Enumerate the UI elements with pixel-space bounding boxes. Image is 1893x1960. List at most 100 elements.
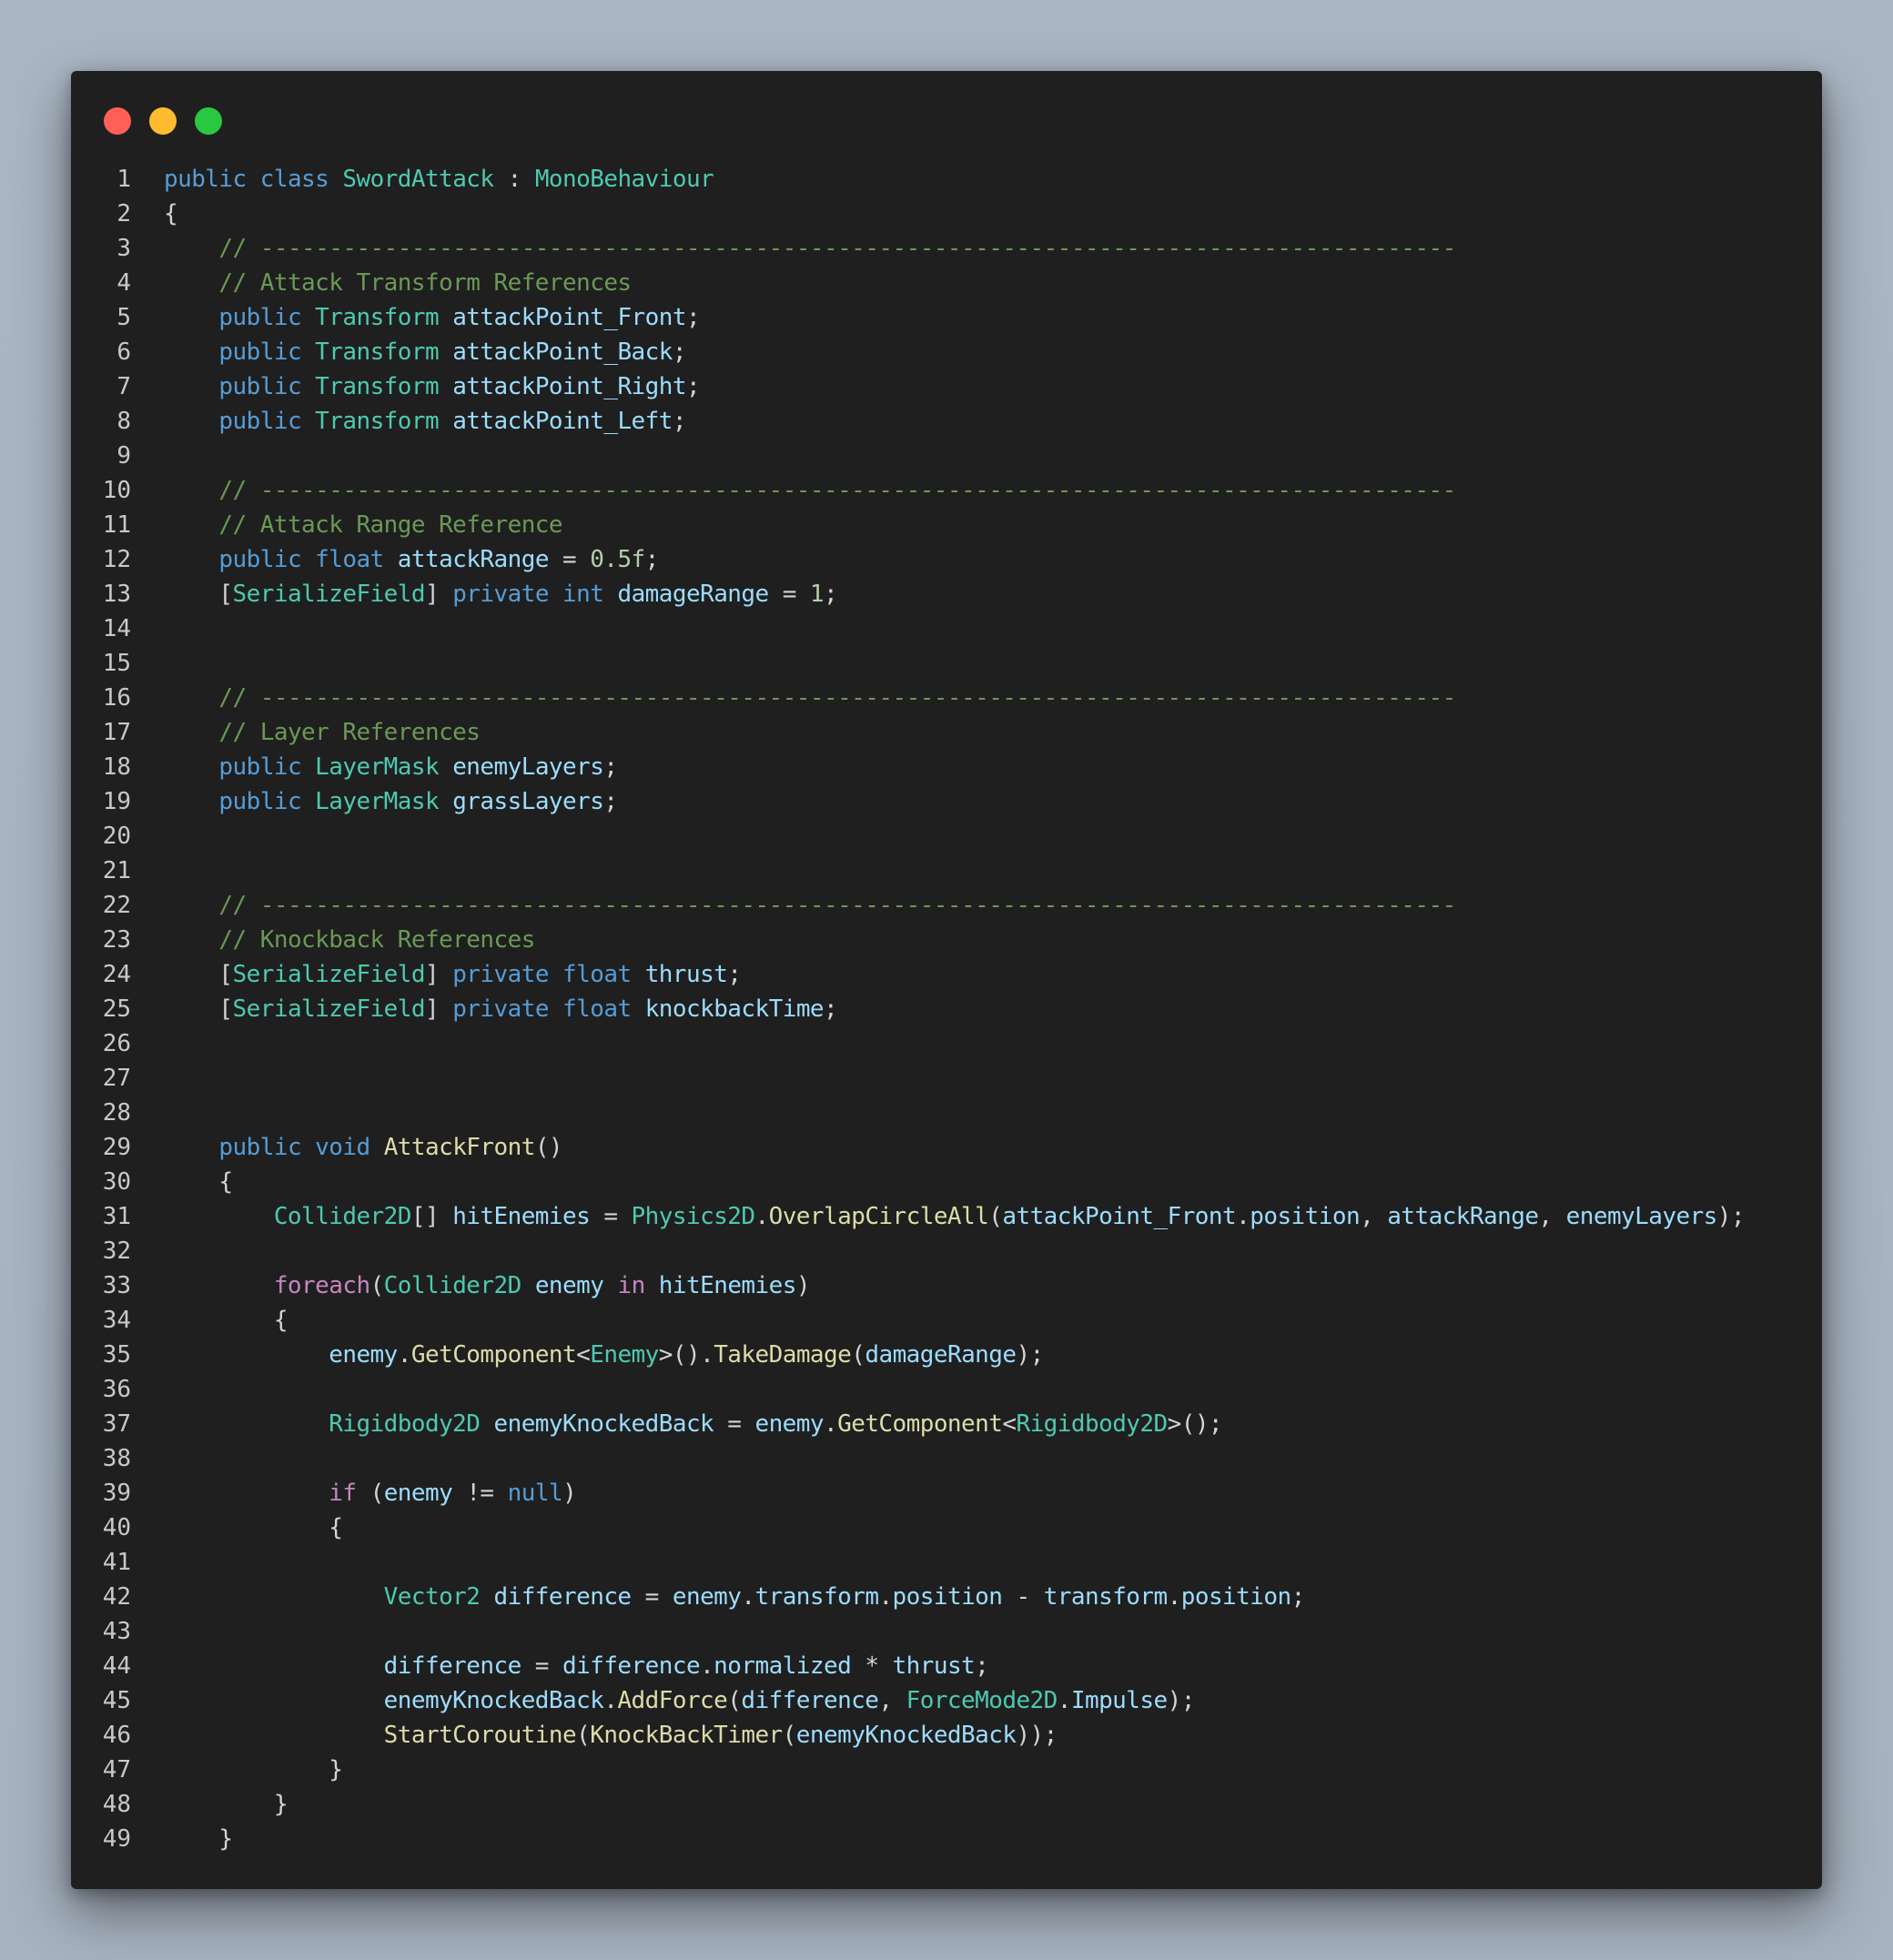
- line-source: public void AttackFront(): [164, 1130, 562, 1165]
- zoom-dot[interactable]: [195, 107, 222, 135]
- line-number: 6: [116, 338, 131, 366]
- code-token: ;: [975, 1652, 989, 1680]
- code-token: [: [164, 581, 233, 608]
- code-line: 20: [71, 819, 1822, 854]
- code-token: private: [452, 961, 549, 988]
- code-line: 16 // ----------------------------------…: [71, 681, 1822, 715]
- code-line: 6 public Transform attackPoint_Back;: [71, 335, 1822, 369]
- close-dot[interactable]: [104, 107, 131, 135]
- code-token: (: [356, 1480, 385, 1507]
- code-token: :: [493, 166, 535, 193]
- code-token: transform: [1043, 1583, 1168, 1611]
- line-source: // -------------------------------------…: [164, 888, 1456, 923]
- code-token: <: [576, 1341, 591, 1369]
- code-line: 24 [SerializeField] private float thrust…: [71, 957, 1822, 992]
- line-number: 21: [102, 857, 131, 884]
- code-line: 12 public float attackRange = 0.5f;: [71, 542, 1822, 577]
- line-source: public float attackRange = 0.5f;: [164, 542, 659, 577]
- code-token: <: [1002, 1410, 1017, 1438]
- line-number: 34: [102, 1307, 131, 1334]
- line-source: {: [164, 1303, 289, 1338]
- line-number: 42: [102, 1583, 131, 1611]
- code-line: 25 [SerializeField] private float knockb…: [71, 992, 1822, 1026]
- code-token: public: [218, 338, 302, 366]
- code-token: attackPoint_Back: [452, 338, 673, 366]
- code-token: in: [617, 1272, 645, 1299]
- code-token: 1: [809, 581, 825, 608]
- code-token: SwordAttack: [342, 166, 494, 193]
- line-number: 46: [102, 1722, 131, 1749]
- line-source: // Knockback References: [164, 923, 535, 957]
- line-number: 11: [102, 511, 131, 539]
- code-line: 46 StartCoroutine(KnockBackTimer(enemyKn…: [71, 1718, 1822, 1753]
- code-token: 0.5f: [590, 546, 645, 573]
- line-number: 8: [116, 408, 131, 435]
- line-number: 37: [102, 1410, 131, 1438]
- code-token: null: [507, 1480, 563, 1507]
- line-source: // Layer References: [164, 715, 481, 750]
- code-token: ,: [878, 1687, 906, 1714]
- code-token: =: [768, 581, 810, 608]
- line-number: 4: [116, 269, 131, 297]
- code-token: AddForce: [617, 1687, 728, 1714]
- line-number: 30: [102, 1168, 131, 1196]
- minimize-dot[interactable]: [149, 107, 177, 135]
- code-line: 11 // Attack Range Reference: [71, 508, 1822, 542]
- code-token: Transform: [315, 338, 440, 366]
- code-token: attackPoint_Front: [452, 304, 686, 331]
- code-token: ;: [685, 304, 701, 331]
- code-token: Collider2D: [273, 1203, 412, 1230]
- code-token: =: [631, 1583, 673, 1611]
- code-token: enemy: [329, 1341, 398, 1369]
- line-number: 20: [102, 823, 131, 850]
- code-token: if: [329, 1480, 357, 1507]
- code-token: public: [218, 753, 302, 781]
- line-number: 35: [102, 1341, 131, 1369]
- code-line: 26: [71, 1026, 1822, 1061]
- code-token: >();: [1167, 1410, 1223, 1438]
- code-token: attackRange: [397, 546, 550, 573]
- code-token: normalized: [714, 1652, 852, 1680]
- code-token: (: [576, 1722, 591, 1749]
- code-token: -: [1002, 1583, 1044, 1611]
- line-source: public Transform attackPoint_Left;: [164, 404, 686, 439]
- line-number: 12: [102, 546, 131, 573]
- code-token: LayerMask: [315, 753, 440, 781]
- code-token: (: [369, 1272, 385, 1299]
- code-token: {: [164, 1168, 233, 1196]
- code-token: Physics2D: [631, 1203, 755, 1230]
- line-source: }: [164, 1753, 343, 1787]
- code-line: 41: [71, 1545, 1822, 1580]
- code-editor: 1 public class SwordAttack : MonoBehaviou…: [71, 162, 1822, 1856]
- line-source: // -------------------------------------…: [164, 473, 1456, 508]
- code-line: 5 public Transform attackPoint_Front;: [71, 300, 1822, 335]
- line-source: enemy.GetComponent<Enemy>().TakeDamage(d…: [164, 1338, 1044, 1372]
- code-token: Rigidbody2D: [329, 1410, 481, 1438]
- code-token: []: [410, 1203, 453, 1230]
- code-token: .: [1167, 1583, 1182, 1611]
- code-token: =: [590, 1203, 632, 1230]
- line-source: enemyKnockedBack.AddForce(difference, Fo…: [164, 1683, 1196, 1718]
- line-number: 18: [102, 753, 131, 781]
- code-token: enemy: [534, 1272, 604, 1299]
- code-token: {: [164, 1514, 343, 1541]
- code-token: [: [164, 995, 233, 1023]
- code-line: 43: [71, 1614, 1822, 1649]
- line-number: 2: [116, 200, 131, 227]
- code-token: ));: [1016, 1722, 1058, 1749]
